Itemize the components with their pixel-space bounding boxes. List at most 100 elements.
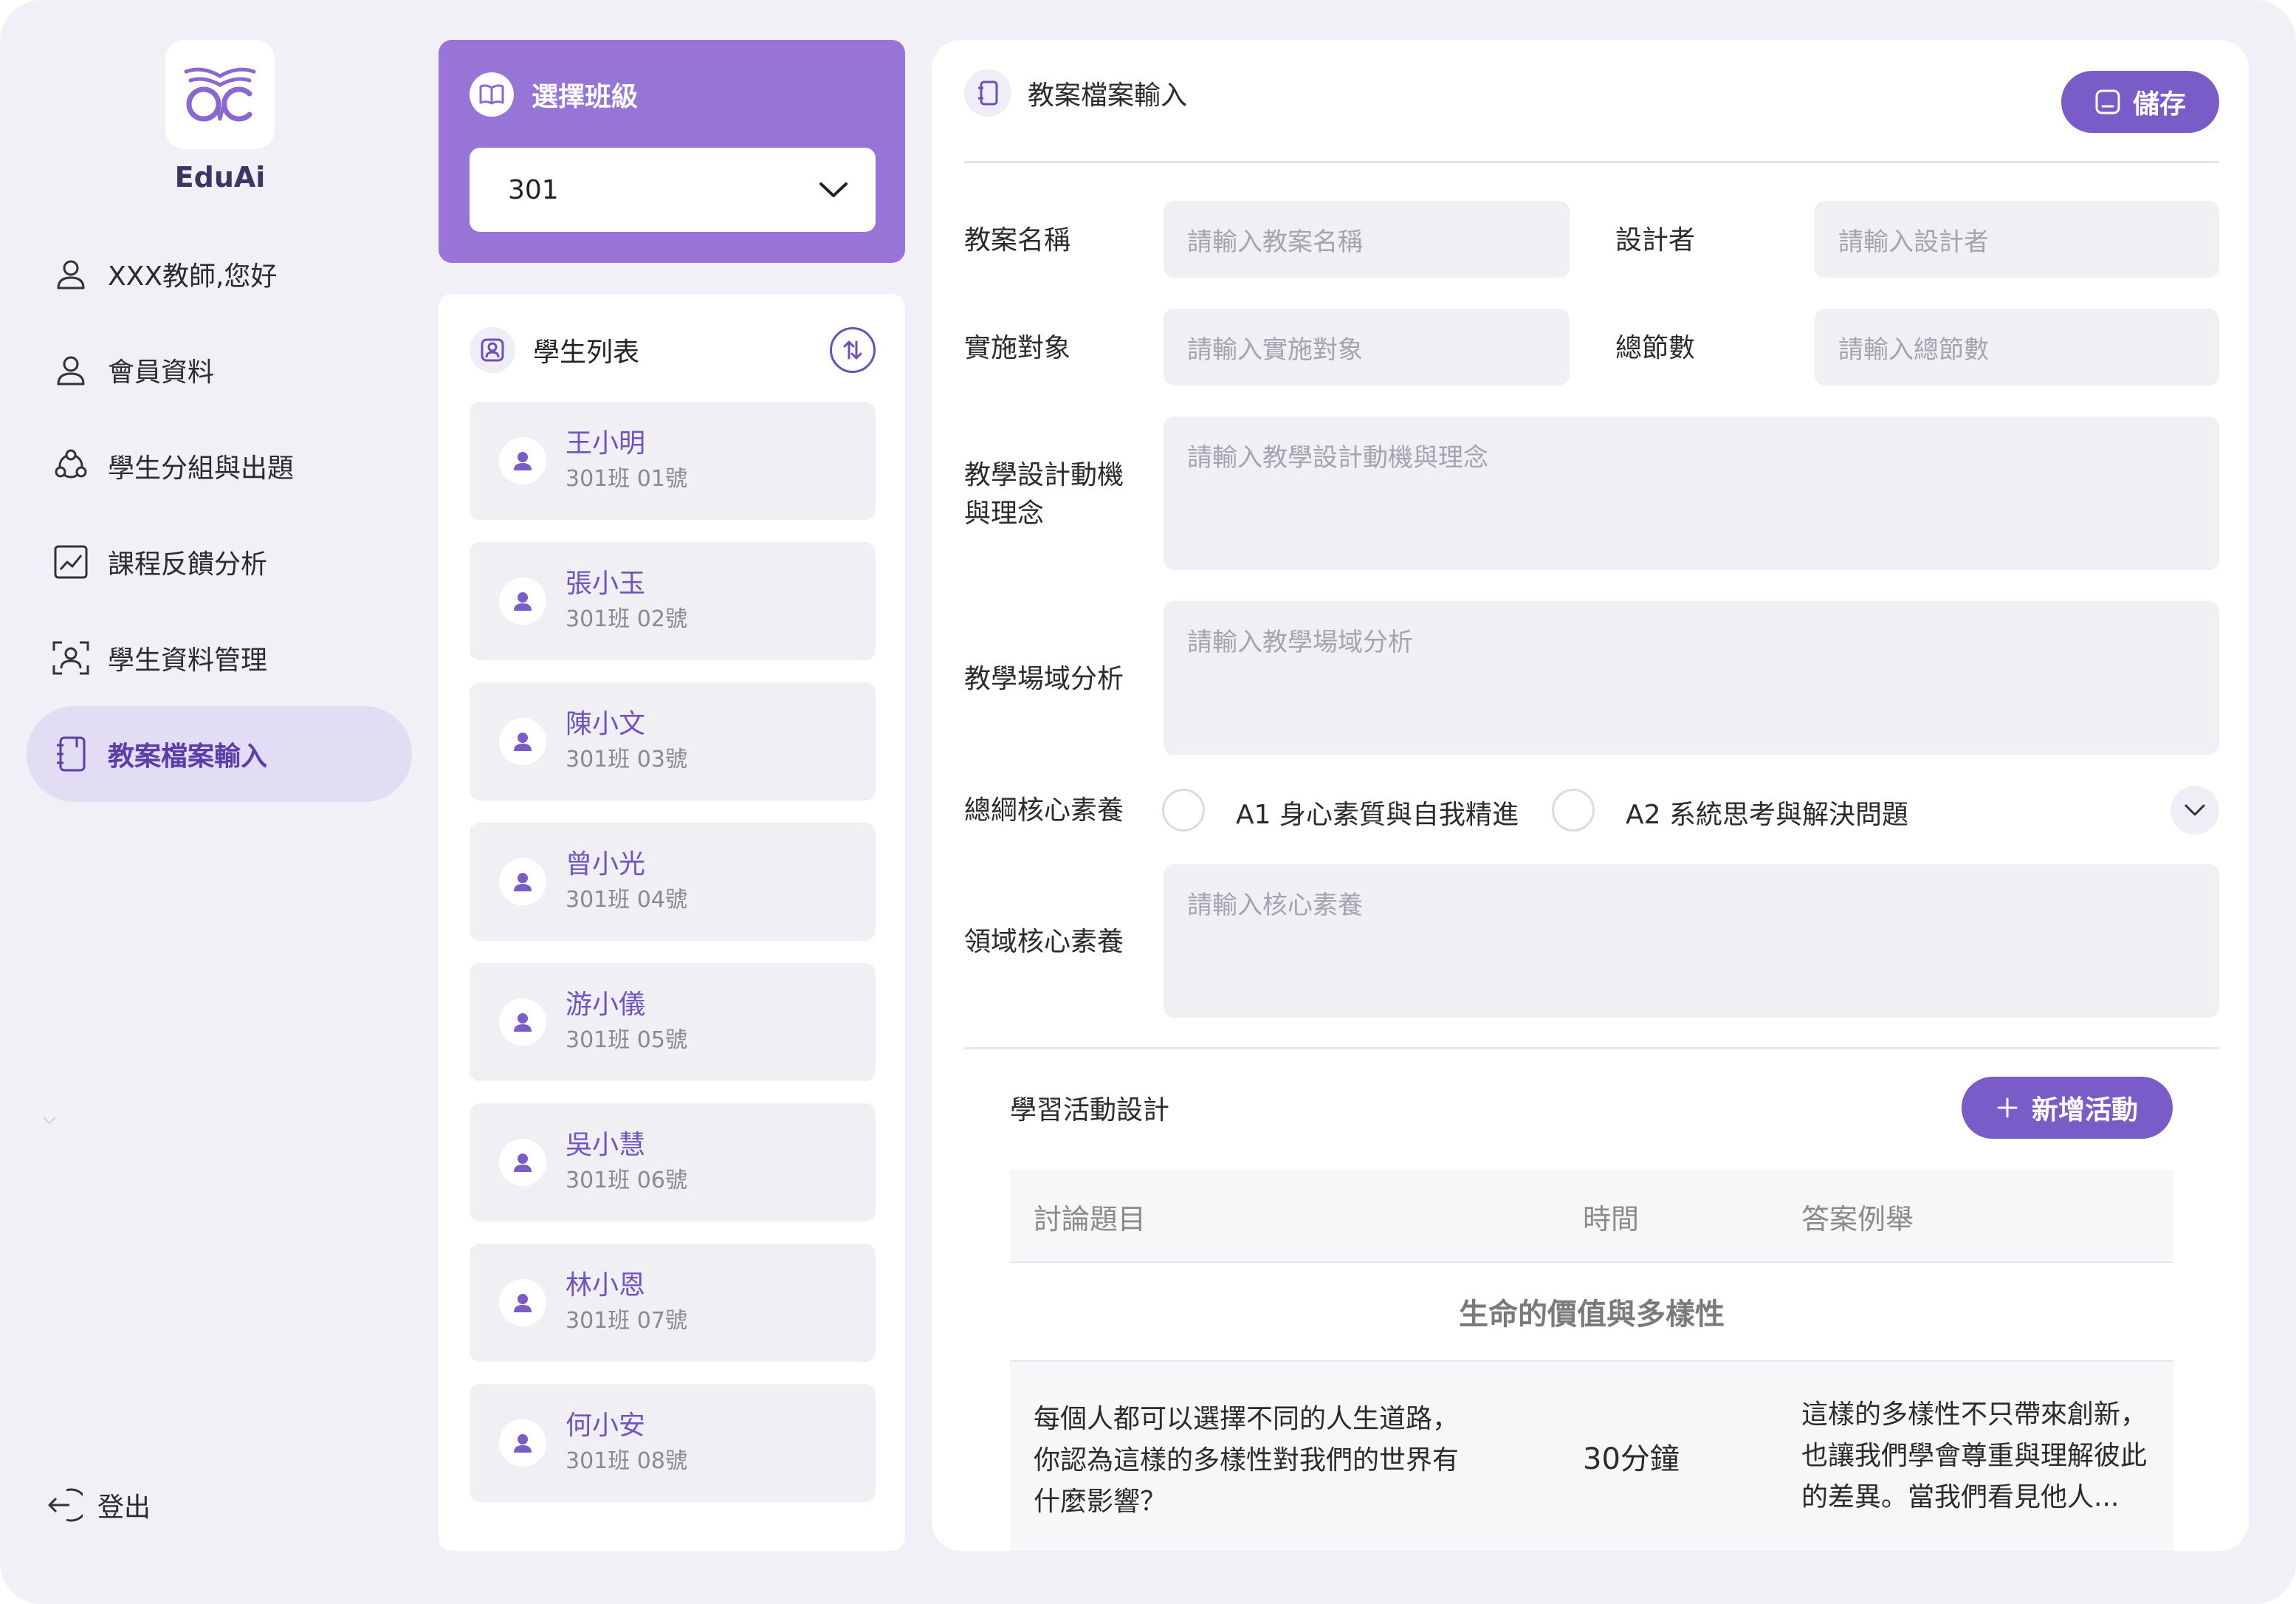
avatar-icon (499, 437, 546, 484)
owl-logo-icon (184, 67, 256, 122)
column-time: 時間 (1583, 1203, 1640, 1235)
motivation-textarea[interactable]: 請輸入教學設計動機與理念 (1164, 417, 2219, 570)
nav-student-grouping-label: 學生分組與出題 (108, 453, 295, 484)
domain-competency-textarea[interactable]: 請輸入核心素養 (1164, 864, 2219, 1018)
class-select-value: 301 (508, 174, 559, 205)
sort-button[interactable] (830, 327, 876, 373)
radio-a2[interactable] (1552, 789, 1595, 832)
motivation-label-line2: 與理念 (964, 498, 1045, 529)
student-info: 301班 02號 (566, 606, 687, 632)
nav-course-feedback-label: 課程反饋分析 (108, 549, 268, 580)
save-label: 儲存 (2132, 89, 2186, 120)
student-list-title: 學生列表 (533, 337, 640, 368)
student-badge-icon (470, 327, 515, 373)
plan-name-label: 教案名稱 (964, 225, 1071, 256)
logout-icon (44, 1486, 83, 1524)
designer-label: 設計者 (1615, 225, 1696, 256)
student-name: 吳小慧 (566, 1130, 646, 1160)
table-row[interactable]: 每個人都可以選擇不同的人生道路， 你認為這樣的多樣性對我們的世界有 什麼影響？ … (1010, 1362, 2173, 1551)
nav-student-data-label: 學生資料管理 (108, 645, 268, 676)
designer-placeholder: 請輸入設計者 (1838, 227, 1989, 257)
student-name: 曾小光 (566, 849, 646, 880)
student-name: 林小恩 (566, 1270, 646, 1300)
chevron-down-icon (43, 1117, 56, 1125)
nav-greeting[interactable]: XXX教師,您好 (27, 226, 412, 322)
book-icon (470, 72, 514, 117)
motivation-label: 教學設計動機 與理念 (964, 456, 1124, 533)
student-item[interactable]: 王小明 301班 01號 (470, 402, 876, 520)
user-icon (50, 253, 92, 295)
student-info: 301班 03號 (566, 747, 687, 772)
plan-name-input[interactable]: 請輸入教案名稱 (1164, 201, 1570, 278)
nav-member-profile-label: 會員資料 (108, 357, 215, 388)
motivation-placeholder: 請輸入教學設計動機與理念 (1187, 443, 1488, 473)
sessions-placeholder: 請輸入總節數 (1838, 335, 1989, 365)
notebook-icon (964, 69, 1011, 117)
answer-cell: 這樣的多樣性不只帶來創新， 也讓我們學會尊重與理解彼此 的差異。當我們看見他人.… (1801, 1394, 2163, 1518)
competency-expand-button[interactable] (2170, 786, 2219, 834)
nav-member-profile[interactable]: 會員資料 (27, 322, 412, 418)
class-selector-card: 選擇班級 301 (439, 40, 905, 263)
class-selector-header: 選擇班級 (470, 72, 638, 117)
nav-greeting-label: XXX教師,您好 (108, 261, 278, 292)
plan-name-placeholder: 請輸入教案名稱 (1187, 227, 1363, 257)
student-item[interactable]: 曾小光 301班 04號 (470, 823, 876, 941)
student-info: 301班 07號 (566, 1308, 687, 1334)
sessions-label: 總節數 (1615, 333, 1696, 363)
lesson-plan-panel: 教案檔案輸入 儲存 教案名稱 請輸入教案名稱 設計者 請輸入設計者 實施對象 請… (932, 40, 2249, 1551)
student-item[interactable]: 陳小文 301班 03號 (470, 682, 876, 801)
topic-line: 每個人都可以選擇不同的人生道路， (1034, 1404, 1460, 1434)
student-item[interactable]: 何小安 301班 08號 (470, 1384, 876, 1502)
panel-header: 教案檔案輸入 (964, 69, 1187, 117)
student-name: 陳小文 (566, 709, 646, 739)
avatar-icon (499, 718, 546, 765)
radio-a1[interactable] (1162, 789, 1205, 832)
field-analysis-textarea[interactable]: 請輸入教學場域分析 (1164, 601, 2219, 755)
panel-title: 教案檔案輸入 (1028, 80, 1188, 111)
save-icon (2094, 89, 2121, 115)
student-name: 王小明 (566, 428, 646, 459)
nav-lesson-plan-label: 教案檔案輸入 (108, 741, 268, 772)
student-item[interactable]: 吳小慧 301班 06號 (470, 1103, 876, 1221)
target-placeholder: 請輸入實施對象 (1187, 335, 1363, 365)
time-cell: 30分鐘 (1583, 1442, 1680, 1476)
user-icon (50, 349, 92, 391)
column-topic: 討論題目 (1034, 1203, 1147, 1235)
sessions-input[interactable]: 請輸入總節數 (1815, 309, 2219, 385)
target-input[interactable]: 請輸入實施對象 (1164, 309, 1570, 385)
option-a1-label: A1 身心素質與自我精進 (1236, 800, 1519, 830)
nav-lesson-plan[interactable]: 教案檔案輸入 (27, 706, 412, 802)
class-select-dropdown[interactable]: 301 (470, 148, 876, 232)
answer-line: 這樣的多樣性不只帶來創新， (1801, 1399, 2148, 1430)
student-item[interactable]: 張小玉 301班 02號 (470, 542, 876, 660)
logout-label: 登出 (97, 1492, 151, 1523)
sort-arrows-icon (843, 340, 862, 360)
nav-student-data[interactable]: 學生資料管理 (27, 610, 412, 706)
nav-course-feedback[interactable]: 課程反饋分析 (27, 514, 412, 610)
activity-section-title: 生命的價值與多樣性 (1010, 1263, 2173, 1362)
nav-student-grouping[interactable]: 學生分組與出題 (27, 418, 412, 514)
add-activity-button[interactable]: 新增活動 (1962, 1077, 2173, 1139)
topic-line: 什麼影響？ (1034, 1487, 1167, 1517)
student-name: 張小玉 (566, 569, 646, 599)
app-frame: EduAi XXX教師,您好 會員資料 學生分組與出題 課程反饋分析 學生資料管… (0, 0, 2296, 1604)
avatar-icon (499, 1279, 546, 1326)
student-info: 301班 04號 (566, 887, 687, 913)
divider (964, 1047, 2219, 1049)
student-list-header: 學生列表 (470, 326, 876, 374)
brand-name: EduAi (174, 161, 266, 193)
core-competency-label: 總綱核心素養 (964, 795, 1124, 826)
column-answer: 答案例舉 (1801, 1203, 1914, 1235)
student-item[interactable]: 林小恩 301班 07號 (470, 1244, 876, 1362)
student-item[interactable]: 游小儀 301班 05號 (470, 963, 876, 1081)
class-selector-title: 選擇班級 (532, 82, 639, 112)
logout-button[interactable]: 登出 (44, 1476, 151, 1535)
topic-line: 你認為這樣的多樣性對我們的世界有 (1034, 1445, 1460, 1476)
domain-competency-label: 領域核心素養 (964, 927, 1124, 957)
domain-competency-placeholder: 請輸入核心素養 (1187, 891, 1363, 920)
student-name: 游小儀 (566, 990, 646, 1020)
motivation-label-line1: 教學設計動機 (964, 460, 1124, 490)
save-button[interactable]: 儲存 (2061, 71, 2219, 133)
designer-input[interactable]: 請輸入設計者 (1815, 201, 2219, 278)
avatar-icon (499, 577, 546, 625)
